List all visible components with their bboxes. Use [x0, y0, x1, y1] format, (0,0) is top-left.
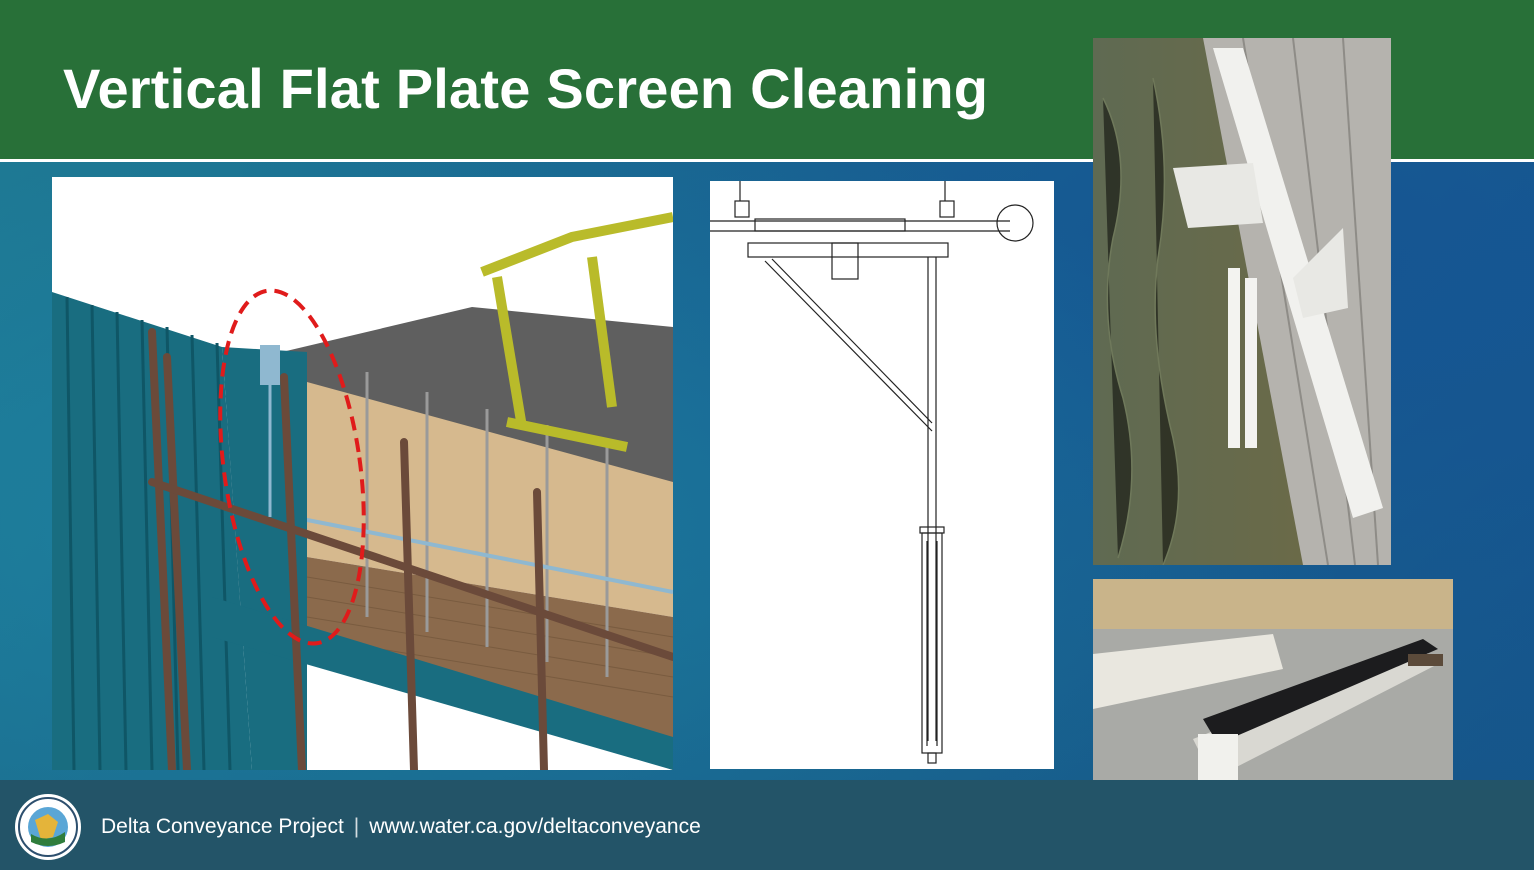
screen-cleaner-line-drawing-image [710, 181, 1054, 769]
dwr-seal-icon [13, 792, 83, 862]
footer-caption: Delta Conveyance Project | www.water.ca.go… [101, 815, 701, 839]
screen-cleaner-3d-render-image [52, 177, 673, 770]
slide-title: Vertical Flat Plate Screen Cleaning [63, 57, 989, 120]
installed-cleaner-photo-image [1093, 38, 1391, 565]
footer-separator: | [353, 815, 360, 838]
project-url-link[interactable]: www.water.ca.gov/deltaconveyance [369, 815, 701, 838]
project-name: Delta Conveyance Project [101, 815, 344, 838]
